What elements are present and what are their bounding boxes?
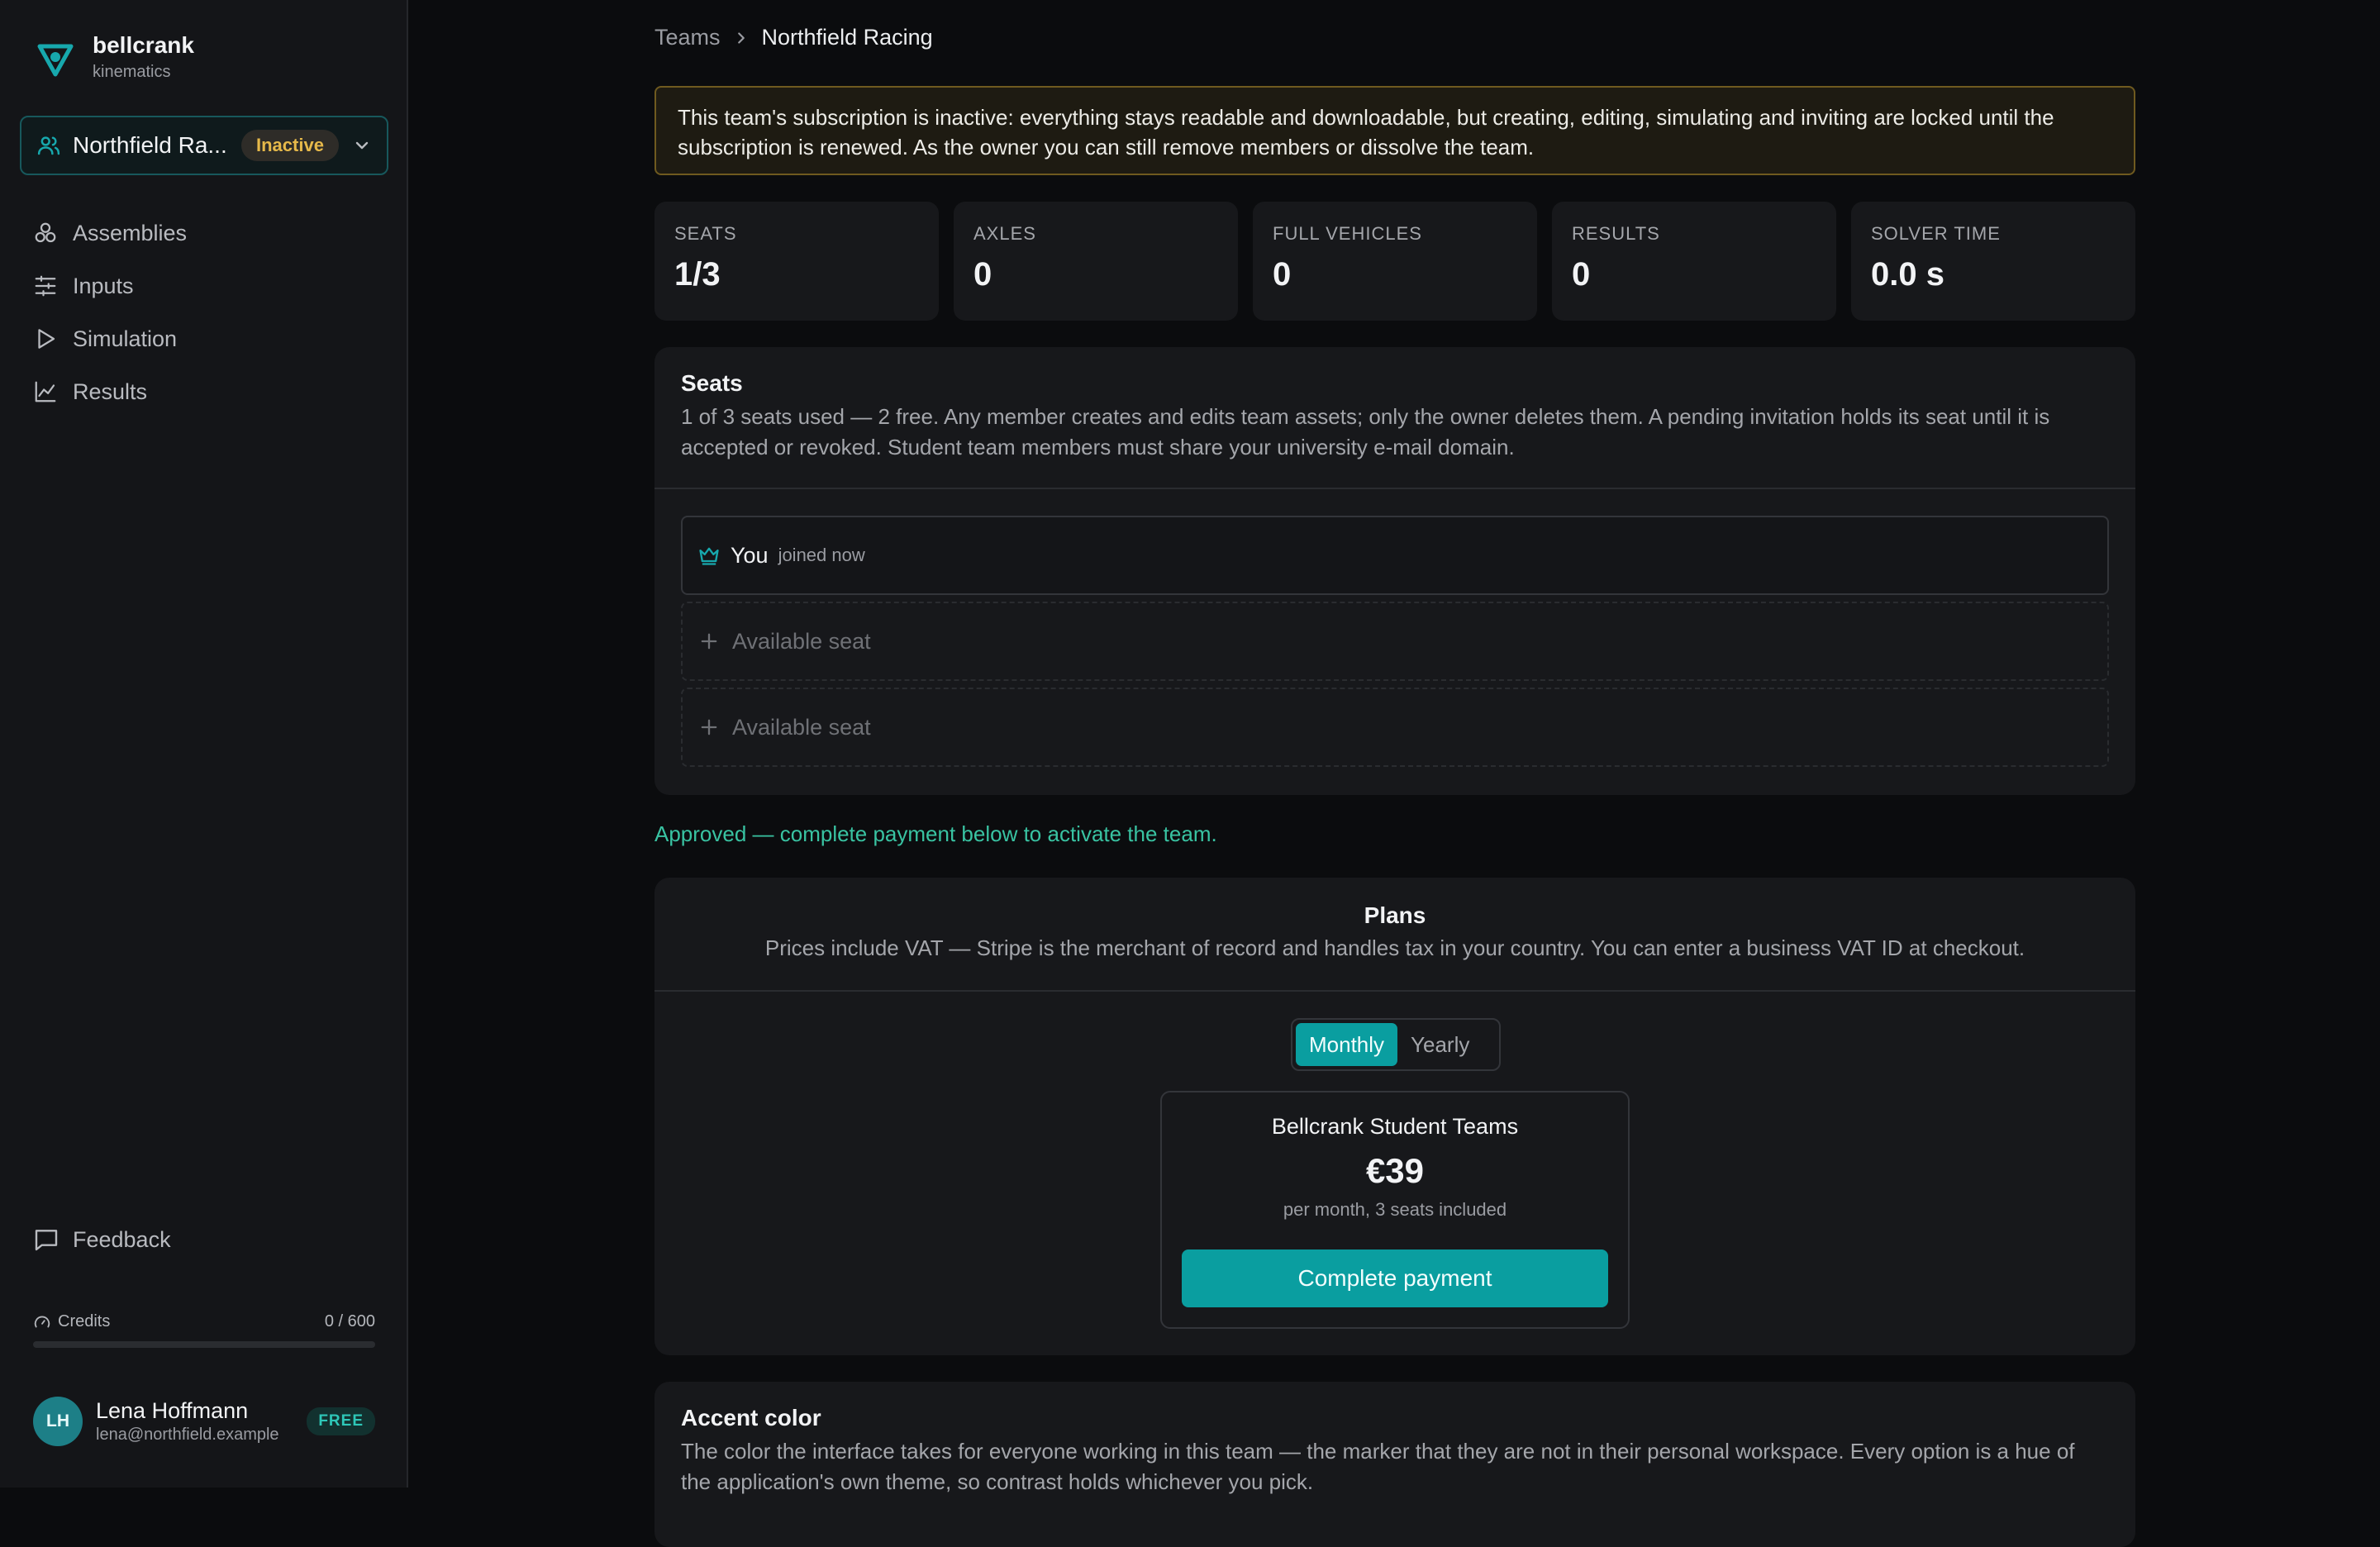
stat-value: 0 xyxy=(1572,256,1591,293)
accent-color-card: Accent color The color the interface tak… xyxy=(654,1382,2135,1547)
stat-full-vehicles: FULL VEHICLES 0 xyxy=(1253,202,1537,321)
team-switcher[interactable]: Northfield Ra... Inactive xyxy=(20,116,388,175)
user-name: Lena Hoffmann xyxy=(96,1398,249,1423)
available-seat[interactable]: Available seat xyxy=(681,602,2109,681)
play-icon xyxy=(38,329,55,349)
sliders-icon xyxy=(35,275,56,297)
stat-axles: AXLES 0 xyxy=(954,202,1238,321)
bellcrank-logo-icon xyxy=(37,44,74,77)
user-email: lena@northfield.example xyxy=(96,1426,279,1444)
plan-name: Bellcrank Student Teams xyxy=(1271,1114,1519,1139)
breadcrumb: Teams Northfield Racing xyxy=(654,25,933,50)
seats-description: 1 of 3 seats used — 2 free. Any member c… xyxy=(681,404,2050,459)
crown-icon xyxy=(699,547,719,565)
feedback-button[interactable]: Feedback xyxy=(33,1226,171,1253)
plan-note: per month, 3 seats included xyxy=(1283,1199,1507,1220)
subscription-warning-banner: This team's subscription is inactive: ev… xyxy=(654,86,2135,175)
available-seat[interactable]: Available seat xyxy=(681,688,2109,767)
credits-progress-bar xyxy=(33,1341,375,1348)
divider xyxy=(654,488,2135,489)
credits-label: Credits xyxy=(58,1312,111,1330)
team-switcher-name: Northfield Ra... xyxy=(73,132,227,158)
stat-value: 0 xyxy=(973,256,992,293)
brand-subtitle: kinematics xyxy=(93,63,171,81)
seat-member-you: You joined now xyxy=(681,516,2109,595)
plans-title: Plans xyxy=(1364,902,1426,928)
accent-color-title: Accent color xyxy=(681,1405,821,1430)
feedback-label: Feedback xyxy=(73,1226,171,1252)
stat-label: RESULTS xyxy=(1572,223,1660,244)
billing-option-monthly[interactable]: Monthly xyxy=(1296,1023,1398,1066)
plus-icon xyxy=(701,633,717,650)
billing-option-yearly[interactable]: Yearly xyxy=(1397,1023,1483,1066)
stat-value: 1/3 xyxy=(674,256,721,293)
brand-name: bellcrank xyxy=(93,32,194,58)
complete-payment-button[interactable]: Complete payment xyxy=(1182,1250,1608,1307)
credits-value: 0 / 600 xyxy=(324,1312,375,1330)
stats-row: SEATS 1/3 AXLES 0 FULL VEHICLES 0 RESULT… xyxy=(654,202,2135,321)
assemblies-icon xyxy=(35,222,56,243)
stat-value: 0.0 s xyxy=(1871,256,1944,293)
sidebar-item-label: Assemblies xyxy=(73,220,188,245)
chart-line-icon xyxy=(35,381,56,402)
available-seat-label: Available seat xyxy=(732,628,871,654)
stat-seats: SEATS 1/3 xyxy=(654,202,939,321)
credits-meter: Credits 0 / 600 xyxy=(33,1312,375,1348)
sidebar: bellcrank kinematics Northfield Ra... In… xyxy=(0,0,408,1488)
plan-badge: FREE xyxy=(307,1407,375,1435)
gauge-icon xyxy=(34,1316,50,1327)
approved-message: Approved — complete payment below to act… xyxy=(654,821,1217,846)
plan-card: Bellcrank Student Teams €39 per month, 3… xyxy=(1160,1091,1630,1329)
sidebar-item-results[interactable]: Results xyxy=(33,365,187,418)
stat-label: AXLES xyxy=(973,223,1036,244)
sidebar-nav: Assemblies Inputs Simulation Results xyxy=(33,207,187,418)
chevron-down-icon xyxy=(355,141,369,150)
stat-label: SEATS xyxy=(674,223,737,244)
message-icon xyxy=(35,1230,58,1251)
accent-color-description: The color the interface takes for everyo… xyxy=(681,1439,2075,1494)
seat-joined-time: joined now xyxy=(778,545,865,565)
breadcrumb-current: Northfield Racing xyxy=(761,25,933,50)
chevron-right-icon xyxy=(737,31,745,44)
stat-label: FULL VEHICLES xyxy=(1273,223,1422,244)
plans-card: Plans Prices include VAT — Stripe is the… xyxy=(654,878,2135,1355)
sidebar-item-assemblies[interactable]: Assemblies xyxy=(33,207,187,259)
available-seat-label: Available seat xyxy=(732,714,871,740)
divider xyxy=(654,990,2135,992)
plan-price: €39 xyxy=(1365,1151,1425,1190)
billing-period-toggle: Monthly Yearly xyxy=(1291,1018,1501,1071)
status-badge: Inactive xyxy=(241,130,339,161)
breadcrumb-teams-link[interactable]: Teams xyxy=(654,25,721,50)
sidebar-item-simulation[interactable]: Simulation xyxy=(33,312,187,365)
sidebar-item-label: Simulation xyxy=(73,326,178,351)
avatar: LH xyxy=(33,1397,83,1446)
plans-description: Prices include VAT — Stripe is the merch… xyxy=(764,935,2025,960)
users-icon xyxy=(37,136,60,155)
brand[interactable]: bellcrank kinematics xyxy=(36,31,194,83)
stat-results: RESULTS 0 xyxy=(1552,202,1836,321)
seats-card: Seats 1 of 3 seats used — 2 free. Any me… xyxy=(654,347,2135,795)
plus-icon xyxy=(701,719,717,735)
stat-label: SOLVER TIME xyxy=(1871,223,2001,244)
user-account[interactable]: LH Lena Hoffmann lena@northfield.example… xyxy=(33,1397,375,1446)
seat-member-name: You xyxy=(731,542,769,568)
seats-title: Seats xyxy=(681,370,743,396)
sidebar-item-label: Results xyxy=(73,378,148,404)
sidebar-item-inputs[interactable]: Inputs xyxy=(33,259,187,312)
sidebar-item-label: Inputs xyxy=(73,273,134,298)
stat-solver-time: SOLVER TIME 0.0 s xyxy=(1851,202,2135,321)
stat-value: 0 xyxy=(1273,256,1292,293)
